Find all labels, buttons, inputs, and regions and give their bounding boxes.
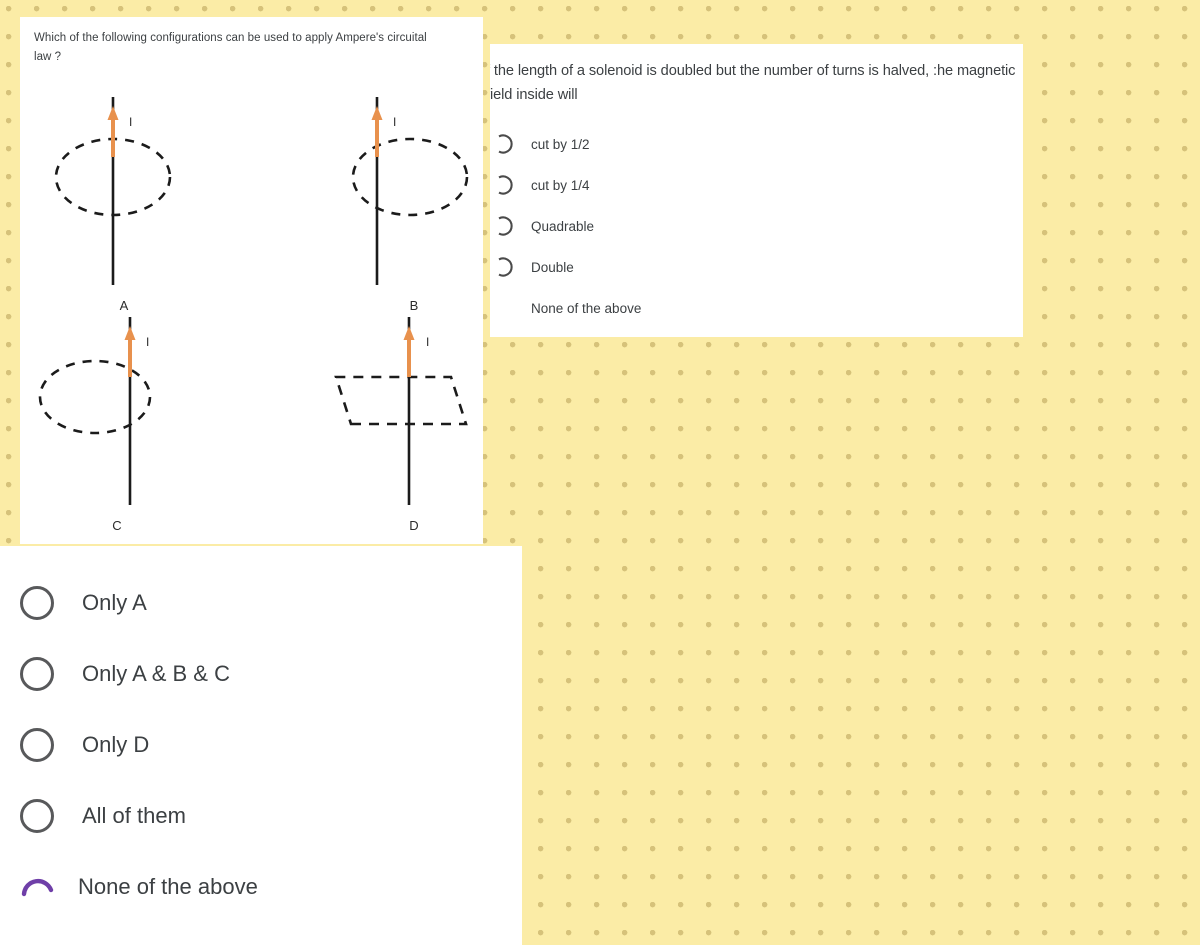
radio-button-icon[interactable] <box>20 586 54 620</box>
option-label: All of them <box>82 803 186 828</box>
right-option-row-double[interactable]: Double <box>490 254 574 280</box>
option-label: Only A & B & C <box>82 661 230 686</box>
right-option-label: None of the above <box>531 300 642 316</box>
right-option-row-none-of-the-above[interactable]: None of the above <box>490 295 641 321</box>
figure-a: I A <box>30 87 220 317</box>
figure-c-label: C <box>112 518 122 533</box>
option-label: Only D <box>82 732 150 757</box>
right-question-prompt: f the length of a solenoid is doubled bu… <box>490 63 1016 103</box>
figure-c-diagram: I <box>38 317 152 505</box>
option-label: None of the above <box>78 874 258 899</box>
right-option-label: Quadrable <box>531 218 595 234</box>
option-row-only-a[interactable]: Only A <box>20 579 147 627</box>
right-question-card: f the length of a solenoid is doubled bu… <box>490 44 1023 337</box>
option-row-only-a-b-c[interactable]: Only A & B & C <box>20 650 230 698</box>
question-card: Which of the following configurations ca… <box>20 17 483 544</box>
figure-d-label: D <box>409 518 419 533</box>
figure-d-diagram: I <box>334 317 468 505</box>
option-label: Only A <box>82 590 147 615</box>
radio-button-icon[interactable] <box>20 657 54 691</box>
figure-b: I B <box>310 87 483 317</box>
svg-text:I: I <box>426 335 429 349</box>
figure-b-diagram: I <box>351 97 469 285</box>
right-option-row-cut-by-half[interactable]: cut by 1/2 <box>490 131 590 157</box>
svg-text:I: I <box>393 115 396 129</box>
radio-arc-icon[interactable] <box>495 174 517 196</box>
option-row-all-of-them[interactable]: All of them <box>20 792 186 840</box>
answer-options-panel: Only A Only A & B & C Only D All of them… <box>0 546 522 945</box>
figure-a-diagram: I <box>54 97 172 285</box>
svg-text:I: I <box>129 115 132 129</box>
radio-arc-icon[interactable] <box>495 133 517 155</box>
radio-arc-icon[interactable] <box>495 256 517 278</box>
figure-c: I C <box>20 307 210 537</box>
radio-button-icon[interactable] <box>20 799 54 833</box>
figure-grid: I A I B I C I D <box>20 79 483 544</box>
svg-text:I: I <box>146 335 149 349</box>
right-option-label: cut by 1/2 <box>531 136 590 152</box>
radio-placeholder <box>495 297 517 319</box>
option-row-only-d[interactable]: Only D <box>20 721 149 769</box>
radio-arc-icon[interactable] <box>495 215 517 237</box>
option-row-none-of-the-above[interactable]: None of the above <box>20 863 258 911</box>
question-prompt: Which of the following configurations ca… <box>34 32 427 63</box>
right-option-label: cut by 1/4 <box>531 177 590 193</box>
right-option-row-quadrable[interactable]: Quadrable <box>490 213 594 239</box>
right-option-row-cut-by-quarter[interactable]: cut by 1/4 <box>490 172 590 198</box>
figure-d: I D <box>316 307 483 537</box>
radio-button-icon[interactable] <box>20 728 54 762</box>
radio-arc-icon[interactable] <box>20 870 54 904</box>
right-option-label: Double <box>531 259 574 275</box>
